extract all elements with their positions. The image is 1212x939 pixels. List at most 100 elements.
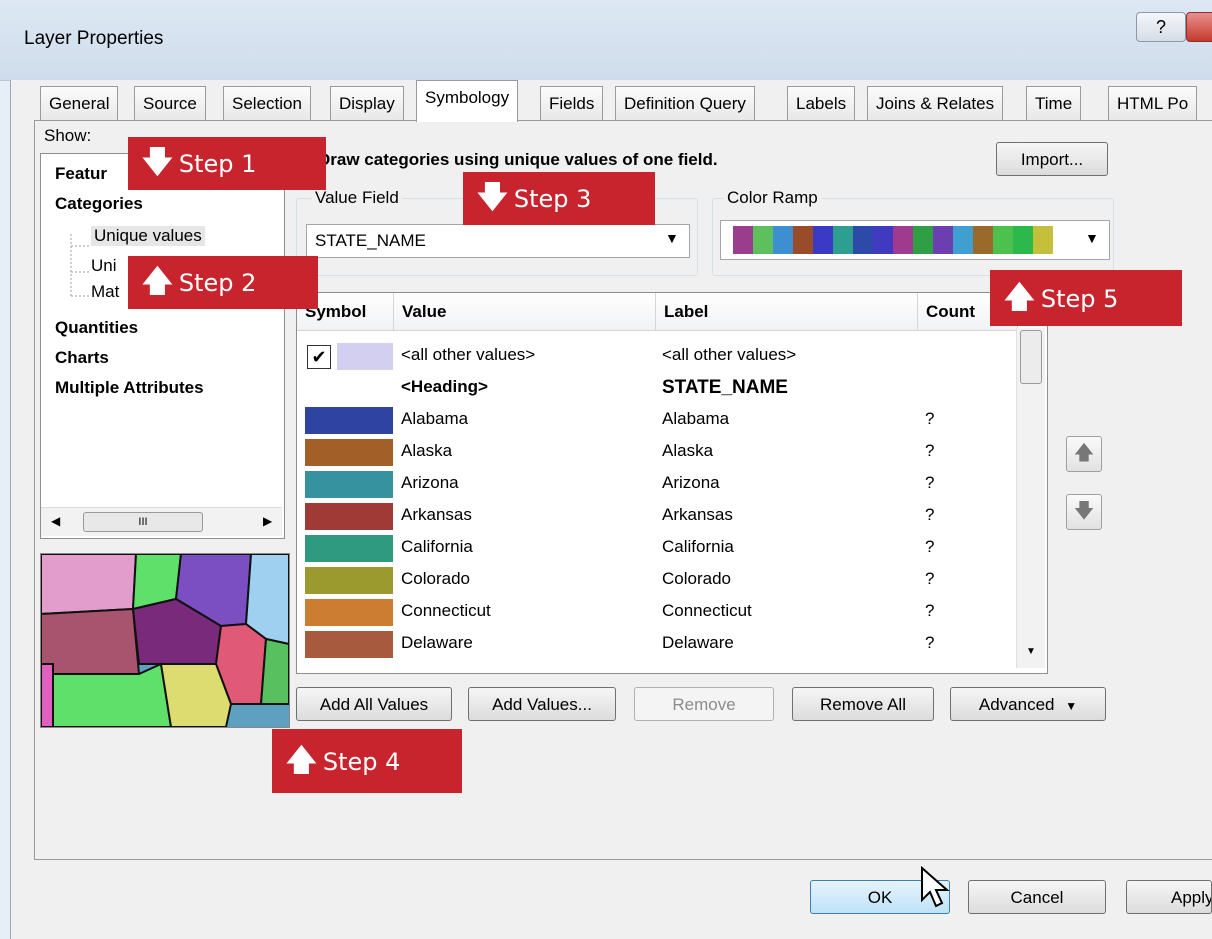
count-cell: ? [925,537,935,556]
tree-item-charts[interactable]: Charts [55,348,109,368]
step-5-text: Step 5 [1040,285,1119,313]
renderer-description: Draw categories using unique values of o… [318,150,718,169]
chevron-down-icon: ▼ [1065,699,1078,713]
table-row[interactable]: Arizona Arizona? [297,469,1017,500]
arrow-up-icon: 🡅 [142,264,173,299]
table-row[interactable]: Connecticut Connecticut? [297,597,1017,628]
tab-general[interactable]: General [40,86,119,120]
table-row[interactable]: Delaware Delaware? [297,629,1017,660]
grid-scroll-thumb[interactable] [1020,330,1042,384]
ramp-swatch [893,226,913,254]
advanced-button[interactable]: Advanced ▼ [950,687,1106,721]
step-2-text: Step 2 [178,269,257,297]
grid-vertical-scrollbar[interactable]: ▼ [1016,328,1045,668]
ramp-swatch [753,226,773,254]
ramp-swatch [773,226,793,254]
step-5-callout: 🡅 Step 5 [990,270,1182,326]
table-row[interactable]: Arkansas Arkansas? [297,501,1017,532]
symbol-swatch[interactable] [305,471,393,498]
title-bar: Layer Properties ? [0,0,1212,81]
move-up-icon[interactable]: 🡅 [1066,436,1102,472]
count-cell: ? [925,473,935,492]
ramp-swatch [913,226,933,254]
window-title: Layer Properties [24,28,164,49]
scroll-right-icon[interactable]: ▶ [263,514,272,528]
table-row-all-other[interactable]: ✔ <all other values> <all other values> [297,341,1017,372]
import-button[interactable]: Import... [996,142,1108,176]
tab-html-popup[interactable]: HTML Po [1108,86,1198,120]
symbol-swatch[interactable] [305,503,393,530]
tree-item-quantities[interactable]: Quantities [55,318,138,338]
step-1-callout: 🡇 Step 1 [128,137,326,190]
tree-item-categories[interactable]: Categories [55,194,143,214]
column-header-value[interactable]: Value [394,293,656,331]
ramp-swatch [933,226,953,254]
chevron-down-icon: ▼ [665,230,679,246]
symbol-swatch[interactable] [305,599,393,626]
tree-item-features[interactable]: Featur [55,164,107,184]
tab-selection[interactable]: Selection [223,86,311,120]
mouse-cursor-icon [921,866,950,908]
arrow-up-icon: 🡅 [1004,280,1035,315]
help-button[interactable]: ? [1136,12,1186,42]
tree-item-match-to-symbols[interactable]: Mat [91,282,119,302]
scroll-left-icon[interactable]: ◀ [51,514,60,528]
table-row[interactable]: Alabama Alabama? [297,405,1017,436]
symbol-swatch[interactable] [305,567,393,594]
tree-horizontal-scrollbar[interactable]: ◀ III ▶ [41,507,282,536]
color-ramp-swatches [733,226,1053,254]
chevron-down-icon: ▼ [1085,230,1099,246]
table-row-heading[interactable]: <Heading> STATE_NAME [297,373,1017,404]
tab-definition-query[interactable]: Definition Query [615,86,755,120]
ramp-swatch [1033,226,1053,254]
color-ramp-dropdown[interactable]: ▼ [720,220,1110,260]
column-header-label[interactable]: Label [656,293,918,331]
cancel-button[interactable]: Cancel [968,880,1106,914]
move-down-icon[interactable]: 🡇 [1066,494,1102,530]
step-4-text: Step 4 [322,748,401,776]
scroll-thumb[interactable]: III [83,512,203,532]
apply-button[interactable]: Apply [1126,880,1212,914]
arrow-down-icon: 🡇 [142,145,173,180]
value-field-dropdown[interactable]: STATE_NAME ▼ [306,224,690,258]
tab-display[interactable]: Display [330,86,404,120]
label-cell: <all other values> [662,345,797,364]
tab-symbology[interactable]: Symbology [416,80,519,122]
remove-all-button[interactable]: Remove All [792,687,934,721]
show-label: Show: [44,126,92,145]
scroll-down-icon[interactable]: ▼ [1026,646,1036,657]
add-values-button[interactable]: Add Values... [468,687,616,721]
tree-item-unique-values-many[interactable]: Uni [91,256,117,276]
label-cell: Alaska [662,441,714,460]
table-row[interactable]: Alaska Alaska? [297,437,1017,468]
symbol-swatch[interactable] [305,535,393,562]
heading-label-cell: STATE_NAME [662,377,788,398]
symbol-swatch[interactable] [337,343,393,370]
tab-labels[interactable]: Labels [787,86,856,120]
checkbox-show-other[interactable]: ✔ [307,345,331,369]
label-cell: Delaware [662,633,734,652]
remove-button[interactable]: Remove [634,687,774,721]
step-3-callout: 🡇 Step 3 [463,172,655,225]
add-all-values-button[interactable]: Add All Values [296,687,452,721]
table-row[interactable]: California California? [297,533,1017,564]
label-cell: California [662,537,734,556]
tab-fields[interactable]: Fields [540,86,604,120]
symbol-swatch[interactable] [305,407,393,434]
step-3-text: Step 3 [513,185,592,213]
table-row[interactable]: Colorado Colorado? [297,565,1017,596]
tree-item-multiple-attributes[interactable]: Multiple Attributes [55,378,204,398]
symbol-swatch[interactable] [305,439,393,466]
unique-values-grid: Symbol Value Label Count ✔ <all other va… [296,292,1048,674]
arrow-down-icon: 🡇 [477,180,508,215]
tab-joins-relates[interactable]: Joins & Relates [867,86,1004,120]
tree-item-unique-values[interactable]: Unique values [91,226,205,246]
show-tree: Featur Categories Unique values Uni Mat … [40,153,285,539]
value-field-selected: STATE_NAME [315,231,426,250]
symbol-swatch[interactable] [305,631,393,658]
close-button[interactable] [1186,12,1212,42]
tab-source[interactable]: Source [134,86,206,120]
ramp-swatch [873,226,893,254]
tab-time[interactable]: Time [1026,86,1082,120]
value-cell: Connecticut [401,601,491,620]
